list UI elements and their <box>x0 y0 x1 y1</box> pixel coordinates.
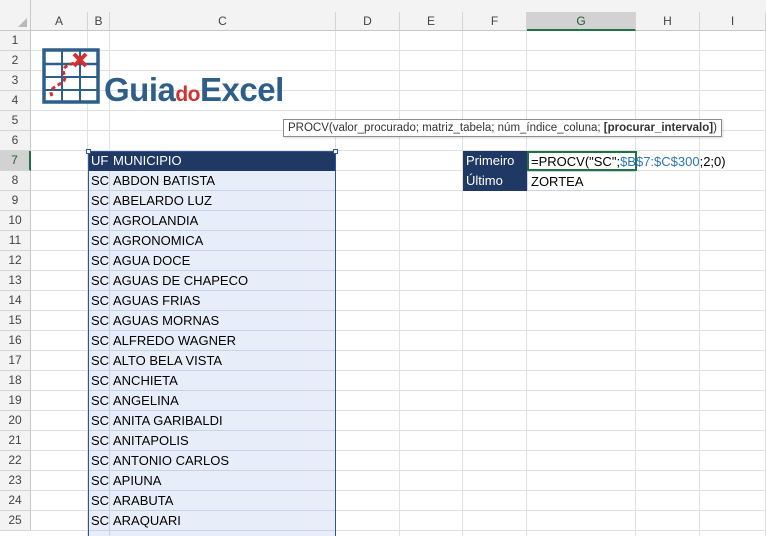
table-cell-municipio[interactable]: ANITAPOLIS <box>110 431 336 451</box>
row-header-15[interactable]: 15 <box>0 311 31 331</box>
table-cell-uf[interactable]: SC <box>88 351 110 371</box>
formula-range-ref: $B$7:$C$300 <box>620 154 700 169</box>
table-cell-municipio[interactable]: APIUNA <box>110 471 336 491</box>
table-cell-municipio[interactable]: ANTONIO CARLOS <box>110 451 336 471</box>
table-cell-uf[interactable]: SC <box>88 211 110 231</box>
function-argument-tooltip[interactable]: PROCV(valor_procurado; matriz_tabela; nú… <box>283 119 722 137</box>
row-header-4[interactable]: 4 <box>0 91 31 111</box>
column-header-b[interactable]: B <box>88 12 110 31</box>
column-header-a[interactable]: A <box>31 12 88 31</box>
table-cell-uf[interactable]: SC <box>88 191 110 211</box>
table-cell-municipio[interactable]: ANCHIETA <box>110 371 336 391</box>
column-header-i[interactable]: I <box>700 12 766 31</box>
table-cell-municipio[interactable]: AGUAS MORNAS <box>110 311 336 331</box>
row-header-8[interactable]: 8 <box>0 171 31 191</box>
column-header-e[interactable]: E <box>400 12 463 31</box>
table-cell-municipio[interactable]: ABDON BATISTA <box>110 171 336 191</box>
table-cell-municipio[interactable]: AGUAS DE CHAPECO <box>110 271 336 291</box>
logo-guia: Guia <box>104 71 176 108</box>
row-header-20[interactable]: 20 <box>0 411 31 431</box>
tooltip-function-name[interactable]: PROCV( <box>288 122 333 134</box>
row-header-2[interactable]: 2 <box>0 51 31 71</box>
row-header-7[interactable]: 7 <box>0 151 31 171</box>
value-ultimo[interactable]: ZORTEA <box>527 171 636 191</box>
row-header-14[interactable]: 14 <box>0 291 31 311</box>
column-header-h[interactable]: H <box>636 12 700 31</box>
row-header-12[interactable]: 12 <box>0 251 31 271</box>
table-cell-uf[interactable]: SC <box>88 451 110 471</box>
table-cell-uf[interactable]: SC <box>88 231 110 251</box>
select-all-corner[interactable] <box>0 0 31 31</box>
table-cell-uf[interactable]: SC <box>88 511 110 531</box>
table-cell-municipio[interactable]: AGUA DOCE <box>110 251 336 271</box>
table-cell-uf[interactable]: SC <box>88 311 110 331</box>
table-header-municipio[interactable]: MUNICIPIO <box>110 151 336 171</box>
table-cell-uf[interactable]: SC <box>88 251 110 271</box>
formula-end: ;2;0) <box>699 154 726 169</box>
formula-start: =PROCV("SC"; <box>531 154 621 169</box>
table-cell-municipio[interactable]: ANGELINA <box>110 391 336 411</box>
table-cell-uf[interactable]: SC <box>88 391 110 411</box>
row-header-25[interactable]: 25 <box>0 511 31 531</box>
row-header-1[interactable]: 1 <box>0 31 31 51</box>
column-header-d[interactable]: D <box>336 12 400 31</box>
grid-with-red-x-logo-icon <box>42 48 100 104</box>
table-cell-municipio[interactable]: AGUAS FRIAS <box>110 291 336 311</box>
table-cell-municipio[interactable]: ALFREDO WAGNER <box>110 331 336 351</box>
column-header-g[interactable]: G <box>527 12 636 31</box>
tooltip-optional-argument[interactable]: [procurar_intervalo] <box>604 122 713 134</box>
row-header-19[interactable]: 19 <box>0 391 31 411</box>
row-header-17[interactable]: 17 <box>0 351 31 371</box>
table-cell-uf[interactable]: SC <box>88 331 110 351</box>
table-cell-uf[interactable]: SC <box>88 171 110 191</box>
row-header-24[interactable]: 24 <box>0 491 31 511</box>
table-cell-uf[interactable]: SC <box>88 471 110 491</box>
row-header-3[interactable]: 3 <box>0 71 31 91</box>
row-header-11[interactable]: 11 <box>0 231 31 251</box>
table-cell-municipio[interactable]: ABELARDO LUZ <box>110 191 336 211</box>
table-cell-uf[interactable]: SC <box>88 291 110 311</box>
table-cell-municipio[interactable]: ALTO BELA VISTA <box>110 351 336 371</box>
label-ultimo[interactable]: Último <box>463 171 527 191</box>
spreadsheet-grid: ABCDEFGHI 1 2 3 4 5 6 7 8 9 10 11 12 13 14 15 16 17 18 19 2… <box>0 0 766 536</box>
selection-handle[interactable] <box>333 149 338 154</box>
table-cell-uf[interactable]: SC <box>88 491 110 511</box>
table-cell-municipio[interactable]: AGRONOMICA <box>110 231 336 251</box>
logo-do: do <box>175 83 201 106</box>
label-primeiro[interactable]: Primeiro <box>463 151 527 171</box>
table-cell-municipio[interactable]: ARAQUARI <box>110 511 336 531</box>
table-cell-uf[interactable]: SC <box>88 431 110 451</box>
row-header-9[interactable]: 9 <box>0 191 31 211</box>
table-cell-uf[interactable]: SC <box>88 411 110 431</box>
column-header-c[interactable]: C <box>110 12 336 31</box>
select-all-triangle-icon <box>18 18 27 27</box>
formula-cell-g7[interactable]: =PROCV("SC";$B$7:$C$300;2;0) <box>527 151 726 171</box>
table-cell-municipio[interactable]: AGROLANDIA <box>110 211 336 231</box>
table-cell-municipio[interactable]: ANITA GARIBALDI <box>110 411 336 431</box>
row-header-23[interactable]: 23 <box>0 471 31 491</box>
logo-wordmark: GuiadoExcel <box>104 70 284 115</box>
table-header-uf[interactable]: UF <box>88 151 110 171</box>
table-cell-partial <box>88 531 110 536</box>
row-header-18[interactable]: 18 <box>0 371 31 391</box>
column-header-f[interactable]: F <box>463 12 527 31</box>
row-header-16[interactable]: 16 <box>0 331 31 351</box>
table-cell-partial <box>110 531 336 536</box>
table-cell-municipio[interactable]: ARABUTA <box>110 491 336 511</box>
ribbon-edge <box>31 0 766 12</box>
row-header-22[interactable]: 22 <box>0 451 31 471</box>
table-cell-uf[interactable]: SC <box>88 271 110 291</box>
logo-excel: Excel <box>200 71 284 108</box>
row-header-21[interactable]: 21 <box>0 431 31 451</box>
tooltip-close-paren: ) <box>713 122 717 134</box>
selection-handle[interactable] <box>86 149 91 154</box>
tooltip-arguments: valor_procurado; matriz_tabela; núm_índi… <box>332 122 604 134</box>
row-header-10[interactable]: 10 <box>0 211 31 231</box>
row-header-13[interactable]: 13 <box>0 271 31 291</box>
table-cell-uf[interactable]: SC <box>88 371 110 391</box>
row-header-6[interactable]: 6 <box>0 131 31 151</box>
row-header-5[interactable]: 5 <box>0 111 31 131</box>
